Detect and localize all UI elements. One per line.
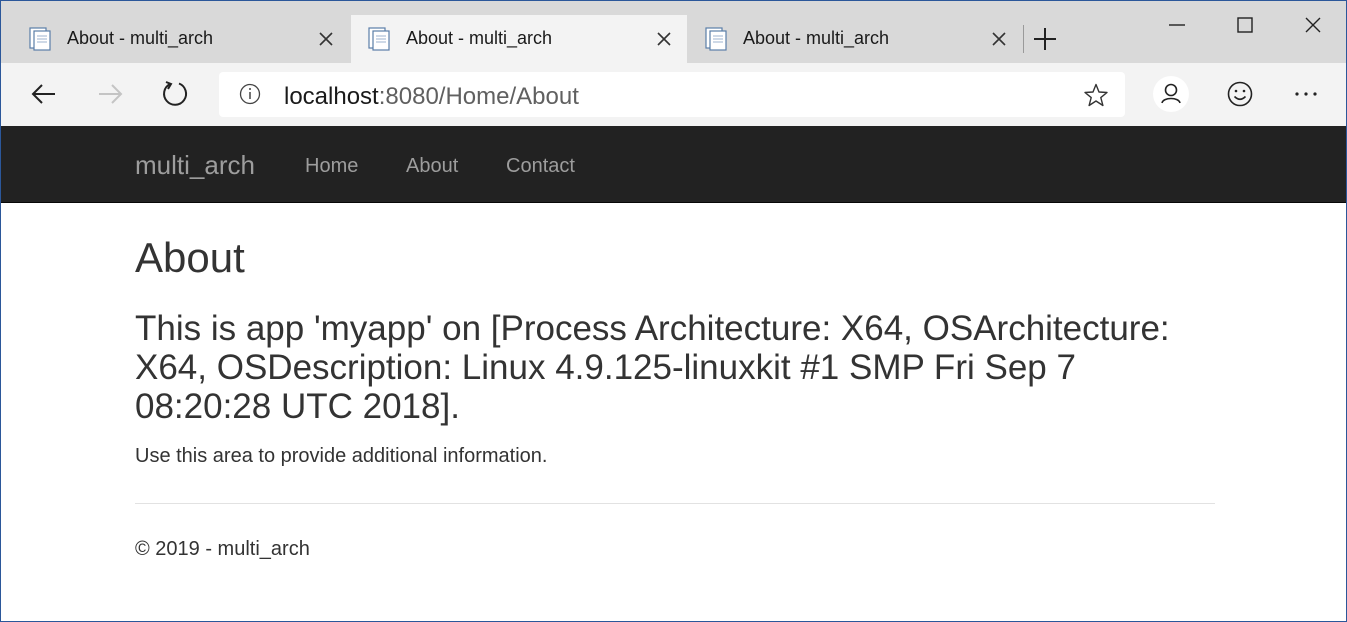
page-title: About — [135, 234, 245, 281]
address-url[interactable]: localhost:8080/Home/About — [284, 83, 579, 111]
address-path: :8080/Home/About — [378, 83, 579, 110]
divider — [135, 503, 1215, 504]
footer-text: © 2019 - multi_arch — [135, 538, 310, 560]
site-brand[interactable]: multi_arch — [135, 150, 255, 181]
browser-tab-1[interactable]: About - multi_arch — [1, 15, 351, 63]
plus-icon[interactable] — [1031, 25, 1059, 53]
person-icon[interactable] — [1153, 76, 1189, 112]
more-icon[interactable] — [1289, 77, 1323, 111]
close-icon[interactable] — [1299, 11, 1327, 39]
tab-strip: About - multi_arch About - multi_arch Ab… — [1, 1, 1346, 63]
architecture-message: This is app 'myapp' on [Process Architec… — [135, 309, 1170, 426]
arrow-right-icon[interactable] — [93, 77, 127, 111]
tab-title: About - multi_arch — [406, 28, 553, 48]
nav-link-contact[interactable]: Contact — [506, 155, 575, 178]
maximize-icon[interactable] — [1231, 11, 1259, 39]
browser-window: About - multi_arch About - multi_arch Ab… — [0, 0, 1347, 622]
nav-link-about[interactable]: About — [406, 155, 458, 178]
refresh-icon[interactable] — [159, 77, 193, 111]
info-text: Use this area to provide additional info… — [135, 445, 548, 467]
tab-divider — [1023, 25, 1024, 53]
page-icon — [368, 27, 390, 51]
address-host: localhost — [284, 83, 379, 110]
address-bar[interactable]: localhost:8080/Home/About — [219, 72, 1125, 117]
smiley-icon[interactable] — [1223, 77, 1257, 111]
nav-link-home[interactable]: Home — [305, 155, 358, 178]
page-icon — [29, 27, 51, 51]
tab-title: About - multi_arch — [67, 28, 214, 48]
minimize-icon[interactable] — [1163, 11, 1191, 39]
star-icon[interactable] — [1083, 82, 1109, 108]
tab-close-icon[interactable] — [989, 29, 1009, 49]
browser-toolbar: localhost:8080/Home/About — [1, 63, 1346, 126]
arrow-left-icon[interactable] — [27, 77, 61, 111]
browser-tab-2-active[interactable]: About - multi_arch — [351, 15, 687, 63]
tab-close-icon[interactable] — [654, 29, 674, 49]
browser-tab-3[interactable]: About - multi_arch — [687, 15, 1023, 63]
tab-close-icon[interactable] — [316, 29, 336, 49]
page-icon — [705, 27, 727, 51]
info-icon[interactable] — [239, 83, 261, 105]
site-navbar: multi_arch Home About Contact — [1, 126, 1346, 203]
tab-title: About - multi_arch — [743, 28, 890, 48]
